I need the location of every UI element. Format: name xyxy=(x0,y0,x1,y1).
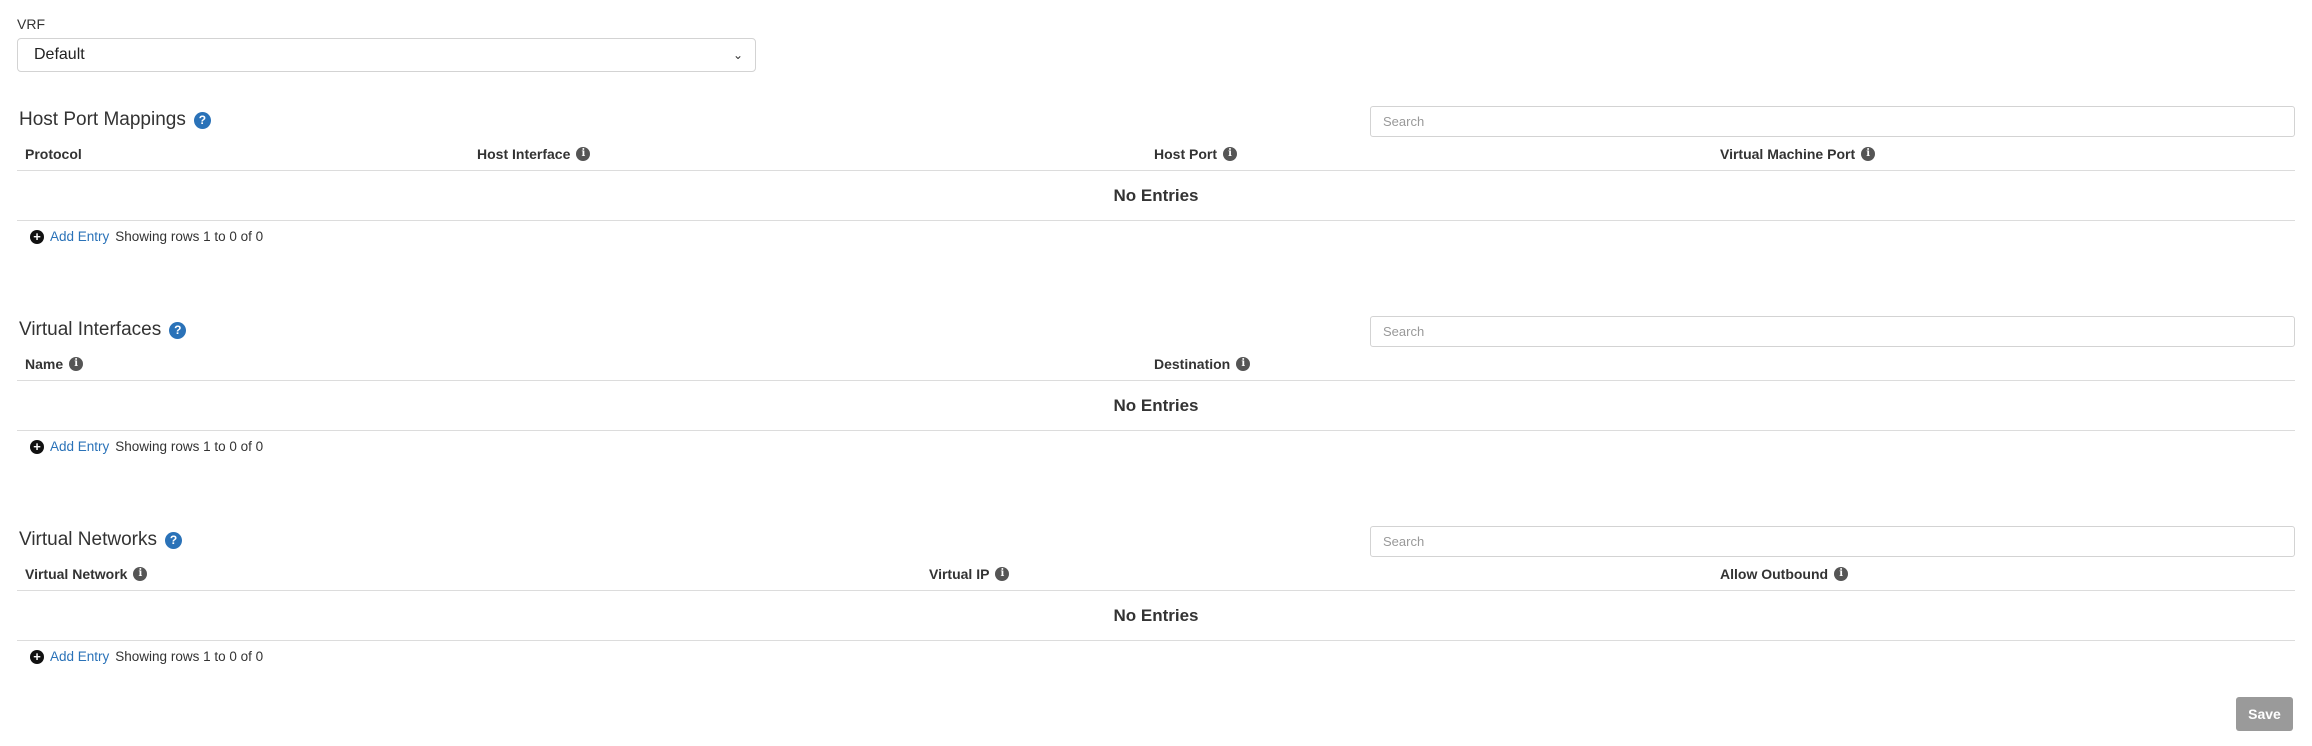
table-header: Virtual Network i Virtual IP i Allow Out… xyxy=(17,557,2295,591)
chevron-down-icon: ⌄ xyxy=(732,48,743,62)
column-header-protocol[interactable]: Protocol xyxy=(25,146,82,162)
section-title: Virtual Networks ? xyxy=(19,527,182,553)
table-footer: + Add Entry Showing rows 1 to 0 of 0 xyxy=(30,229,263,244)
rows-status: Showing rows 1 to 0 of 0 xyxy=(115,439,264,454)
page: VRF Default ⌄ Host Port Mappings ? Searc… xyxy=(0,0,2312,746)
vrf-selected-value: Default xyxy=(34,46,85,63)
table-header: Name i Destination i xyxy=(17,347,2295,381)
rows-status: Showing rows 1 to 0 of 0 xyxy=(115,229,264,244)
search-placeholder: Search xyxy=(1383,114,1425,129)
help-icon[interactable]: ? xyxy=(193,111,211,129)
table-footer: + Add Entry Showing rows 1 to 0 of 0 xyxy=(30,649,263,664)
section-title-text: Host Port Mappings xyxy=(19,109,186,130)
info-icon[interactable]: i xyxy=(995,567,1010,581)
column-header-virtual-ip[interactable]: Virtual IP i xyxy=(929,566,1010,582)
empty-row: No Entries xyxy=(17,171,2295,221)
save-button[interactable]: Save xyxy=(2236,697,2293,731)
table-header: Protocol Host Interface i Host Port i Vi… xyxy=(17,137,2295,171)
vrf-label: VRF xyxy=(17,16,45,32)
info-icon[interactable]: i xyxy=(1223,147,1237,161)
column-header-name[interactable]: Name i xyxy=(25,356,84,372)
plus-circle-icon[interactable]: + xyxy=(30,439,44,454)
section-title: Host Port Mappings ? xyxy=(19,107,211,133)
info-icon[interactable]: i xyxy=(1861,147,1876,161)
search-placeholder: Search xyxy=(1383,324,1425,339)
info-icon[interactable]: i xyxy=(576,147,591,161)
info-icon[interactable]: i xyxy=(1236,357,1251,371)
column-header-host-interface[interactable]: Host Interface i xyxy=(477,146,591,162)
rows-status: Showing rows 1 to 0 of 0 xyxy=(115,649,264,664)
add-entry-link[interactable]: Add Entry xyxy=(50,439,109,454)
empty-row: No Entries xyxy=(17,381,2295,431)
search-input[interactable]: Search xyxy=(1370,106,2295,137)
section-title-text: Virtual Interfaces xyxy=(19,319,162,340)
plus-circle-icon[interactable]: + xyxy=(30,229,44,244)
section-title: Virtual Interfaces ? xyxy=(19,317,187,343)
info-icon[interactable]: i xyxy=(69,357,84,371)
plus-circle-icon[interactable]: + xyxy=(30,649,44,664)
column-header-virtual-network[interactable]: Virtual Network i xyxy=(25,566,148,582)
search-input[interactable]: Search xyxy=(1370,316,2295,347)
add-entry-link[interactable]: Add Entry xyxy=(50,229,109,244)
help-icon[interactable]: ? xyxy=(169,321,187,339)
column-header-allow-outbound[interactable]: Allow Outbound i xyxy=(1720,566,1849,582)
add-entry-link[interactable]: Add Entry xyxy=(50,649,109,664)
section-title-text: Virtual Networks xyxy=(19,529,157,550)
info-icon[interactable]: i xyxy=(133,567,148,581)
empty-row: No Entries xyxy=(17,591,2295,641)
column-header-host-port[interactable]: Host Port i xyxy=(1154,146,1237,162)
table-footer: + Add Entry Showing rows 1 to 0 of 0 xyxy=(30,439,263,454)
column-header-destination[interactable]: Destination i xyxy=(1154,356,1251,372)
search-input[interactable]: Search xyxy=(1370,526,2295,557)
vrf-select[interactable]: Default ⌄ xyxy=(17,38,756,72)
info-icon[interactable]: i xyxy=(1834,567,1849,581)
help-icon[interactable]: ? xyxy=(164,531,182,549)
column-header-virtual-machine-port[interactable]: Virtual Machine Port i xyxy=(1720,146,1876,162)
search-placeholder: Search xyxy=(1383,534,1425,549)
